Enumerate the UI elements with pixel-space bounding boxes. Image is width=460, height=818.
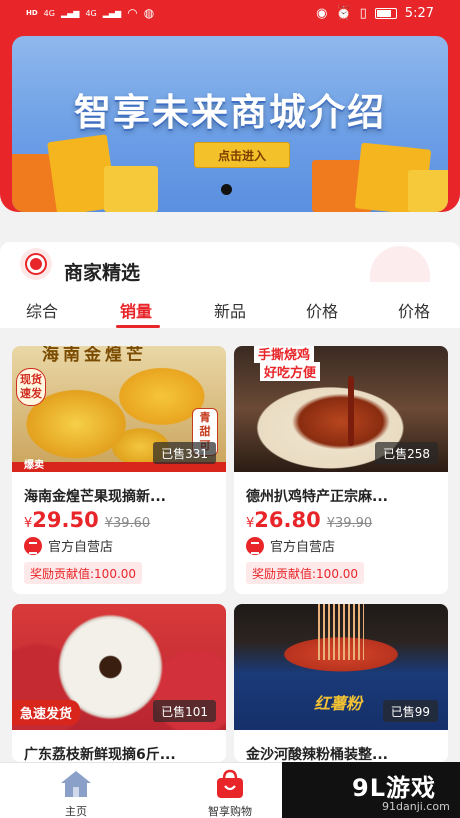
status-right: ◉ ⏰ ▯ 5:27: [316, 6, 434, 21]
battery-icon: [374, 8, 397, 19]
fast-ship-tag: 现货速发: [16, 368, 46, 406]
site-watermark: 9L游戏 91danji.com: [282, 762, 460, 818]
section-title: 商家精选: [64, 262, 141, 284]
image-banner-text: 海南金煌芒: [42, 346, 147, 365]
sold-count: 已售258: [375, 442, 438, 464]
shop-icon: [24, 536, 42, 555]
signal-bars-icon: ▂▄▆: [102, 8, 122, 18]
reward-badge: 奖励贡献值:100.00: [24, 562, 143, 584]
sold-count: 已售101: [153, 700, 216, 722]
nav-home[interactable]: 主页: [16, 763, 136, 818]
image-banner-text: 手撕烧鸡: [254, 346, 315, 363]
product-card[interactable]: 手撕烧鸡 好吃方便 已售258 德州扒鸡特产正宗麻... ¥ 26.80 ¥39…: [234, 346, 448, 594]
bowl-brand-text: 红薯粉: [314, 694, 363, 713]
wifi-icon: ◠: [127, 6, 138, 20]
currency-symbol: ¥: [24, 516, 33, 531]
image-banner-text: 好吃方便: [260, 362, 321, 381]
currency-symbol: ¥: [246, 516, 255, 531]
product-name[interactable]: 海南金煌芒果现摘新...: [24, 486, 220, 506]
original-price: ¥39.60: [104, 516, 151, 531]
vibrate-icon: ▯: [359, 6, 367, 21]
alarm-icon: ⏰: [335, 6, 352, 21]
shop-name: 官方自营店: [48, 540, 114, 555]
product-card[interactable]: 海南金煌芒 现货速发 青甜可 爆卖 已售331 海南金煌芒果现摘新... ¥ 2…: [12, 346, 226, 594]
status-bar: HD 4G ▂▄▆ 4G ▂▄▆ ◠ ◍ ◉ ⏰ ▯ 5:27: [0, 0, 460, 30]
signal-bars-icon: ▂▄▆: [60, 8, 80, 18]
home-icon: [61, 771, 91, 797]
product-card[interactable]: 红薯粉 已售99 金沙河酸辣粉桶装整...: [234, 604, 448, 762]
active-tab-underline: [116, 325, 160, 328]
shop-row[interactable]: 官方自营店: [24, 536, 113, 555]
current-price: 29.50: [32, 508, 99, 532]
clock-time: 5:27: [404, 6, 434, 21]
tab-price-2[interactable]: 价格: [398, 298, 430, 322]
tab-price[interactable]: 价格: [306, 298, 338, 322]
watermark-url: 91danji.com: [382, 800, 450, 813]
medal-icon: [20, 248, 52, 280]
banner-title: 智享未来商城介绍: [74, 91, 386, 134]
eye-icon: ◉: [316, 6, 328, 21]
product-name[interactable]: 广东荔枝新鲜现摘6斤...: [24, 744, 220, 762]
hd-icon: HD: [26, 9, 38, 17]
price-row: ¥ 26.80 ¥39.90: [246, 508, 372, 532]
reward-badge: 奖励贡献值:100.00: [246, 562, 365, 584]
shopping-bag-icon: [217, 769, 243, 798]
nav-home-label: 主页: [65, 805, 87, 818]
watermark-logo: 9L游戏: [352, 774, 436, 802]
banner-decor-box: [104, 166, 158, 212]
status-left: HD 4G ▂▄▆ 4G ▂▄▆ ◠ ◍: [26, 6, 154, 20]
hot-sale-tag: 爆卖: [24, 460, 44, 471]
product-name[interactable]: 德州扒鸡特产正宗麻...: [246, 486, 442, 506]
sort-tabs: 综合 销量 新品 价格 价格: [0, 296, 460, 328]
nav-shop[interactable]: 智享购物: [170, 763, 290, 818]
shop-icon: [246, 536, 264, 555]
tab-new[interactable]: 新品: [214, 298, 246, 322]
nav-shop-label: 智享购物: [208, 805, 252, 818]
product-name[interactable]: 金沙河酸辣粉桶装整...: [246, 744, 442, 762]
sold-count: 已售331: [153, 442, 216, 464]
banner-decor-box: [408, 170, 448, 212]
price-row: ¥ 29.50 ¥39.60: [24, 508, 150, 532]
product-card[interactable]: 急速发货 已售101 广东荔枝新鲜现摘6斤...: [12, 604, 226, 762]
current-price: 26.80: [254, 508, 321, 532]
section-decor: [370, 246, 430, 282]
tab-overall[interactable]: 综合: [26, 298, 58, 322]
tab-sales[interactable]: 销量: [120, 298, 152, 322]
signal-4g-icon: 4G: [43, 8, 55, 18]
shop-name: 官方自营店: [270, 540, 336, 555]
sauce-drizzle: [348, 376, 354, 446]
sold-count: 已售99: [382, 700, 438, 722]
carousel-indicator-dot[interactable]: [221, 184, 232, 195]
shop-row[interactable]: 官方自营店: [246, 536, 335, 555]
original-price: ¥39.90: [326, 516, 373, 531]
noodle-strands: [318, 604, 364, 660]
signal-4g-icon: 4G: [85, 8, 97, 18]
wechat-icon: ◍: [143, 6, 155, 20]
enter-button[interactable]: 点击进入: [194, 142, 290, 168]
fast-delivery-tag: 急速发货: [12, 700, 81, 725]
